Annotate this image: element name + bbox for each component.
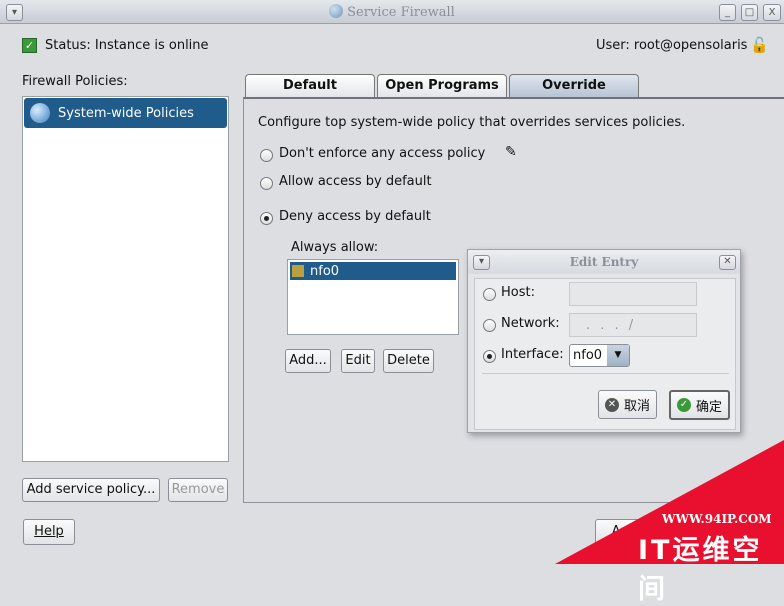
user-text: User: root@opensolaris [596, 38, 748, 53]
window-title-text: Service Firewall [347, 5, 455, 20]
network-input[interactable]: . . . / [569, 313, 697, 337]
radio-interface[interactable] [483, 350, 496, 363]
network-label: Network: [501, 316, 560, 331]
dont-enforce-label: Don't enforce any access policy [279, 146, 486, 161]
unlock-icon[interactable]: 🔓 [750, 36, 769, 54]
host-label: Host: [501, 285, 535, 300]
globe-icon [30, 103, 50, 123]
chevron-down-icon[interactable]: ▼ [607, 345, 629, 366]
radio-network[interactable] [483, 319, 496, 332]
help-button[interactable]: Help [23, 519, 75, 545]
override-description: Configure top system-wide policy that ov… [258, 115, 686, 130]
add-entry-button[interactable]: Add... [285, 349, 331, 373]
radio-host[interactable] [483, 288, 496, 301]
firewall-policies-label: Firewall Policies: [22, 74, 128, 89]
watermark-url: WWW.94IP.COM [662, 512, 772, 526]
ok-label: 确定 [695, 399, 722, 415]
host-input[interactable] [569, 282, 697, 306]
allow-label: Allow access by default [279, 174, 432, 189]
always-allow-item[interactable]: nfo0 [290, 262, 456, 280]
always-allow-item-label: nfo0 [310, 263, 340, 279]
maximize-button[interactable]: □ [741, 4, 758, 21]
policy-item-label: System-wide Policies [58, 105, 194, 121]
minimize-button[interactable]: _ [719, 4, 736, 21]
delete-entry-button[interactable]: Delete [383, 349, 434, 373]
ok-button[interactable]: ✓ 确定 [669, 390, 730, 420]
edit-pencil-icon: ✎ [505, 144, 517, 160]
watermark-name: IT运维空间 [638, 535, 763, 605]
status-check-icon: ✓ [22, 38, 37, 53]
edit-entry-button[interactable]: Edit [341, 349, 375, 373]
add-service-policy-button[interactable]: Add service policy... [22, 478, 160, 502]
globe-icon [329, 4, 344, 18]
interface-label: Interface: [501, 347, 564, 362]
close-button[interactable]: X [763, 4, 781, 21]
cancel-button[interactable]: ✕ 取消 [598, 390, 657, 419]
radio-allow[interactable] [260, 177, 273, 190]
remove-button[interactable]: Remove [168, 478, 228, 502]
interface-select-value: nfo0 [573, 348, 603, 363]
radio-deny[interactable] [260, 212, 273, 225]
policy-item-system-wide[interactable]: System-wide Policies [24, 98, 227, 128]
network-card-icon [292, 265, 304, 277]
always-allow-list[interactable]: nfo0 [287, 259, 459, 335]
policy-list[interactable]: System-wide Policies [22, 96, 229, 462]
cancel-label: 取消 [623, 399, 650, 414]
tab-open-programs[interactable]: Open Programs [377, 74, 507, 97]
tab-default[interactable]: Default [245, 74, 375, 97]
window-title: Service Firewall [0, 4, 784, 20]
dialog-close-button[interactable]: ✕ [719, 255, 736, 270]
interface-select[interactable]: nfo0 ▼ [569, 344, 630, 367]
ok-check-icon: ✓ [676, 398, 691, 412]
always-allow-label: Always allow: [291, 240, 379, 255]
edit-entry-dialog: ▾ Edit Entry ✕ Host: Network: . . . / In… [467, 249, 741, 433]
dialog-title: Edit Entry [569, 255, 639, 269]
radio-dont-enforce[interactable] [260, 149, 273, 162]
dialog-divider [482, 373, 729, 374]
deny-label: Deny access by default [279, 209, 431, 224]
status-text: Status: Instance is online [45, 38, 209, 53]
tab-override[interactable]: Override [509, 74, 639, 97]
cancel-icon: ✕ [604, 397, 619, 412]
